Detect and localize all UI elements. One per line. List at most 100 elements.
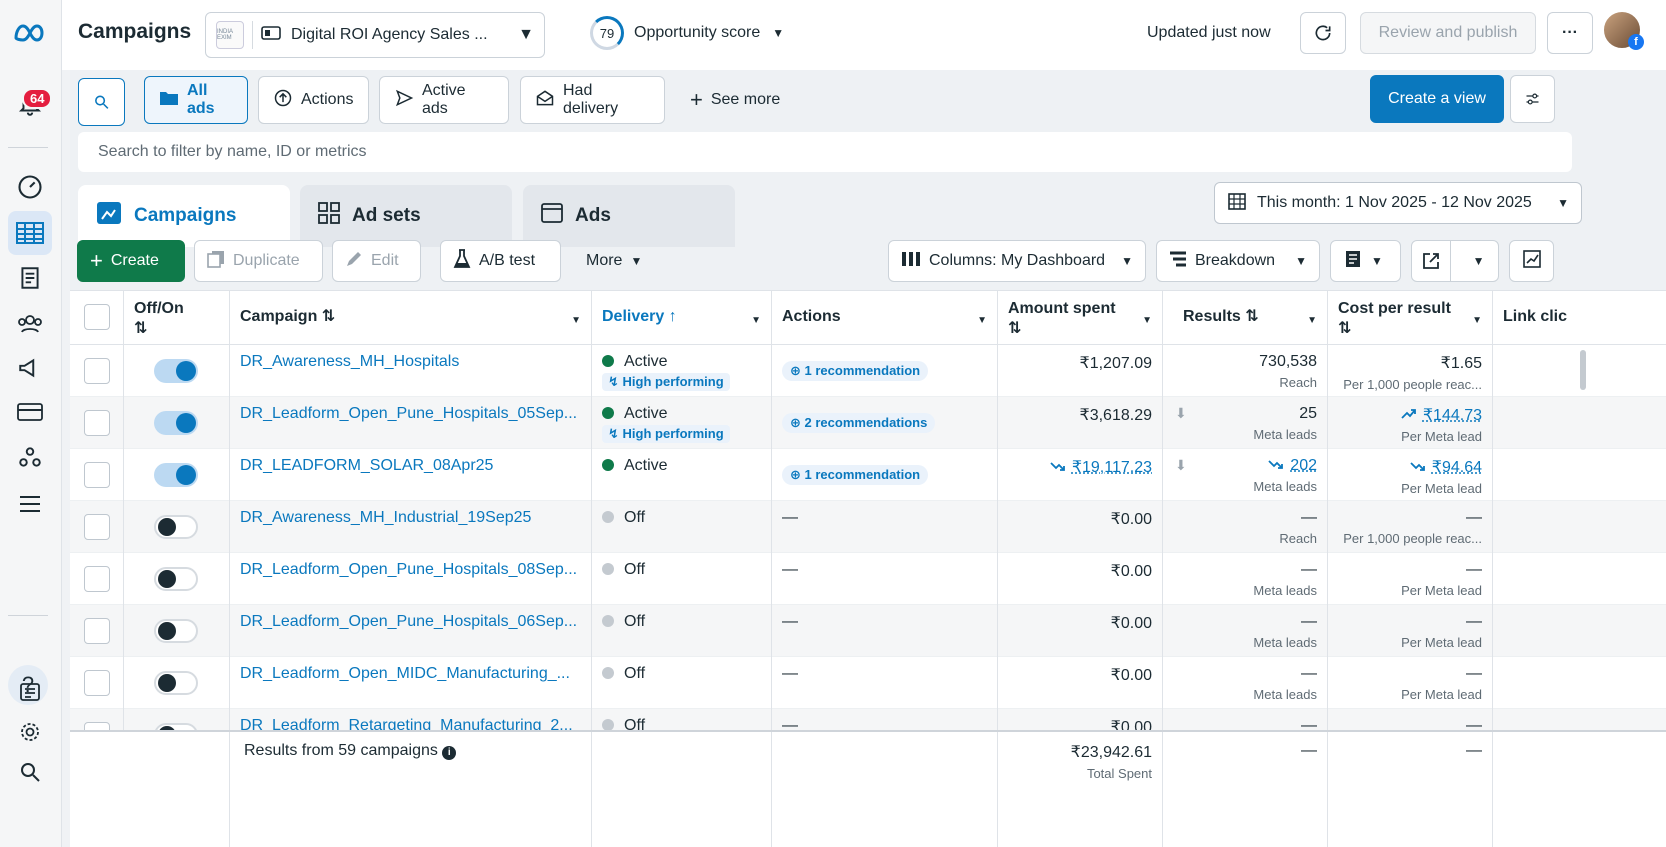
campaign-name-link[interactable]: DR_LEADFORM_SOLAR_08Apr25 [240, 457, 581, 475]
table-row[interactable]: DR_Leadform_Open_MIDC_Manufacturing_... … [70, 657, 1666, 709]
avatar[interactable]: f [1602, 10, 1644, 50]
link-clicks-cell [1493, 345, 1593, 397]
table-row[interactable]: DR_Awareness_MH_Hospitals Active ↯ High … [70, 345, 1666, 397]
col-campaign[interactable]: Campaign ⇅ ▼ [230, 291, 592, 346]
date-range-picker[interactable]: This month: 1 Nov 2025 - 12 Nov 2025 ▼ [1214, 182, 1582, 224]
row-checkbox[interactable] [84, 358, 110, 384]
opportunity-score[interactable]: 79 Opportunity score ▼ [590, 16, 784, 50]
table-row[interactable]: DR_Awareness_MH_Industrial_19Sep25 Off —… [70, 501, 1666, 553]
campaign-toggle[interactable] [154, 463, 198, 487]
pages-catalog-icon[interactable] [8, 256, 52, 300]
recommendation-chip[interactable]: ⊕ 1 recommendation [782, 465, 929, 485]
reports-dropdown[interactable]: ▼ [1330, 240, 1401, 282]
export-icon[interactable] [1412, 241, 1452, 281]
row-checkbox[interactable] [84, 618, 110, 644]
view-settings-button[interactable] [1510, 75, 1555, 123]
col-link-clicks[interactable]: Link clic [1493, 291, 1593, 346]
create-view-button[interactable]: Create a view [1370, 75, 1504, 123]
col-delivery[interactable]: Delivery ↑ ▼ [592, 291, 772, 346]
row-checkbox[interactable] [84, 410, 110, 436]
tab-ad-sets[interactable]: Ad sets [300, 185, 512, 247]
filter-search-input[interactable]: Search to filter by name, ID or metrics [78, 132, 1572, 172]
info-icon[interactable]: i [442, 746, 457, 760]
col-amount-spent[interactable]: Amount spent ⇅ ▼ [998, 291, 1163, 346]
table-scrollbar[interactable] [1580, 350, 1586, 390]
select-all-cell [70, 291, 124, 346]
filter-actions[interactable]: Actions [258, 76, 369, 124]
all-tools-menu-icon[interactable] [8, 482, 52, 526]
more-actions-dropdown[interactable]: More ▼ [574, 240, 660, 282]
recommendation-chip[interactable]: ⊕ 1 recommendation [782, 361, 929, 381]
row-checkbox[interactable] [84, 670, 110, 696]
link-clicks-cell [1493, 501, 1593, 553]
tab-ads[interactable]: Ads [523, 185, 735, 247]
campaign-name-link[interactable]: DR_Leadform_Open_Pune_Hospitals_05Sep... [240, 405, 581, 423]
col-off-on[interactable]: Off/On ⇅ [124, 291, 230, 346]
billing-card-icon[interactable] [8, 390, 52, 434]
folder-icon [159, 90, 179, 111]
campaign-name-link[interactable]: DR_Leadform_Open_Pune_Hospitals_08Sep... [240, 561, 581, 579]
more-options-button[interactable]: ··· [1547, 12, 1593, 54]
edit-button[interactable]: Edit [332, 240, 421, 282]
campaign-name-link[interactable]: DR_Leadform_Open_MIDC_Manufacturing_... [240, 665, 581, 683]
search-toggle-button[interactable] [78, 78, 125, 126]
ab-test-button[interactable]: A/B test [440, 240, 561, 282]
toggle-knob [176, 413, 196, 433]
filter-active-ads[interactable]: Active ads [379, 76, 509, 124]
campaign-toggle[interactable] [154, 567, 198, 591]
campaign-toggle[interactable] [154, 671, 198, 695]
recommendation-chip[interactable]: ⊕ 2 recommendations [782, 413, 936, 433]
settings-gear-icon[interactable] [8, 710, 52, 754]
account-type-icon [261, 25, 281, 46]
see-more-filters[interactable]: + See more [676, 76, 796, 124]
campaign-name-cell: DR_Awareness_MH_Hospitals [230, 345, 592, 397]
charts-button[interactable] [1509, 240, 1554, 282]
tab-campaigns[interactable]: Campaigns [78, 185, 290, 247]
trend-icon: ↯ [608, 374, 619, 389]
create-button[interactable]: + Create [77, 240, 185, 282]
campaign-name-link[interactable]: DR_Leadform_Open_Pune_Hospitals_06Sep... [240, 613, 581, 631]
table-row[interactable]: DR_LEADFORM_SOLAR_08Apr25 Active ⊕ 1 rec… [70, 449, 1666, 501]
amount-spent-cell: ₹0.00 [998, 657, 1163, 709]
ads-manager-table-icon[interactable] [8, 211, 52, 255]
select-all-checkbox[interactable] [84, 304, 110, 330]
caret-down-icon[interactable]: ▼ [1459, 254, 1498, 268]
row-checkbox[interactable] [84, 514, 110, 540]
export-split-button[interactable]: ▼ [1411, 240, 1499, 282]
table-row[interactable]: DR_Leadform_Open_Pune_Hospitals_06Sep...… [70, 605, 1666, 657]
events-manager-icon[interactable] [8, 435, 52, 479]
status-dot [602, 355, 614, 367]
col-results[interactable]: Results ⇅ ▼ [1163, 291, 1328, 346]
col-actions[interactable]: Actions ▼ [772, 291, 998, 346]
dashboard-gauge-icon[interactable] [8, 165, 52, 209]
table-row[interactable]: DR_Leadform_Open_Pune_Hospitals_08Sep...… [70, 553, 1666, 605]
table-row[interactable]: DR_Leadform_Open_Pune_Hospitals_05Sep...… [70, 397, 1666, 449]
row-checkbox[interactable] [84, 462, 110, 488]
campaign-toggle[interactable] [154, 619, 198, 643]
review-publish-button[interactable]: Review and publish [1360, 12, 1536, 54]
row-checkbox[interactable] [84, 566, 110, 592]
breakdown-dropdown[interactable]: Breakdown ▼ [1156, 240, 1320, 282]
audiences-people-icon[interactable] [8, 302, 52, 346]
duplicate-button[interactable]: Duplicate [194, 240, 323, 282]
filter-all-ads[interactable]: All ads [144, 76, 248, 124]
filter-had-delivery[interactable]: Had delivery [520, 76, 665, 124]
actions-cell: — [772, 605, 998, 657]
columns-dropdown[interactable]: Columns: My Dashboard ▼ [888, 240, 1146, 282]
refresh-button[interactable] [1300, 12, 1346, 54]
ad-account-selector[interactable]: INDIA EXIM Digital ROI Agency Sales ... … [205, 12, 545, 58]
search-icon[interactable] [8, 750, 52, 794]
download-icon[interactable]: ⬇ [1175, 405, 1187, 422]
campaign-name-link[interactable]: DR_Awareness_MH_Hospitals [240, 353, 581, 371]
news-feed-icon[interactable] [8, 670, 52, 714]
meta-logo-icon[interactable] [8, 10, 52, 54]
col-cost-per-result[interactable]: Cost per result ⇅ ▼ [1328, 291, 1493, 346]
row-toggle-cell [124, 501, 230, 553]
campaign-toggle[interactable] [154, 411, 198, 435]
megaphone-settings-icon[interactable] [8, 346, 52, 390]
campaign-toggle[interactable] [154, 359, 198, 383]
campaign-toggle[interactable] [154, 515, 198, 539]
arrow-up-circle-icon: ⊕ [790, 415, 801, 430]
campaign-name-link[interactable]: DR_Awareness_MH_Industrial_19Sep25 [240, 509, 581, 527]
download-icon[interactable]: ⬇ [1175, 457, 1187, 474]
